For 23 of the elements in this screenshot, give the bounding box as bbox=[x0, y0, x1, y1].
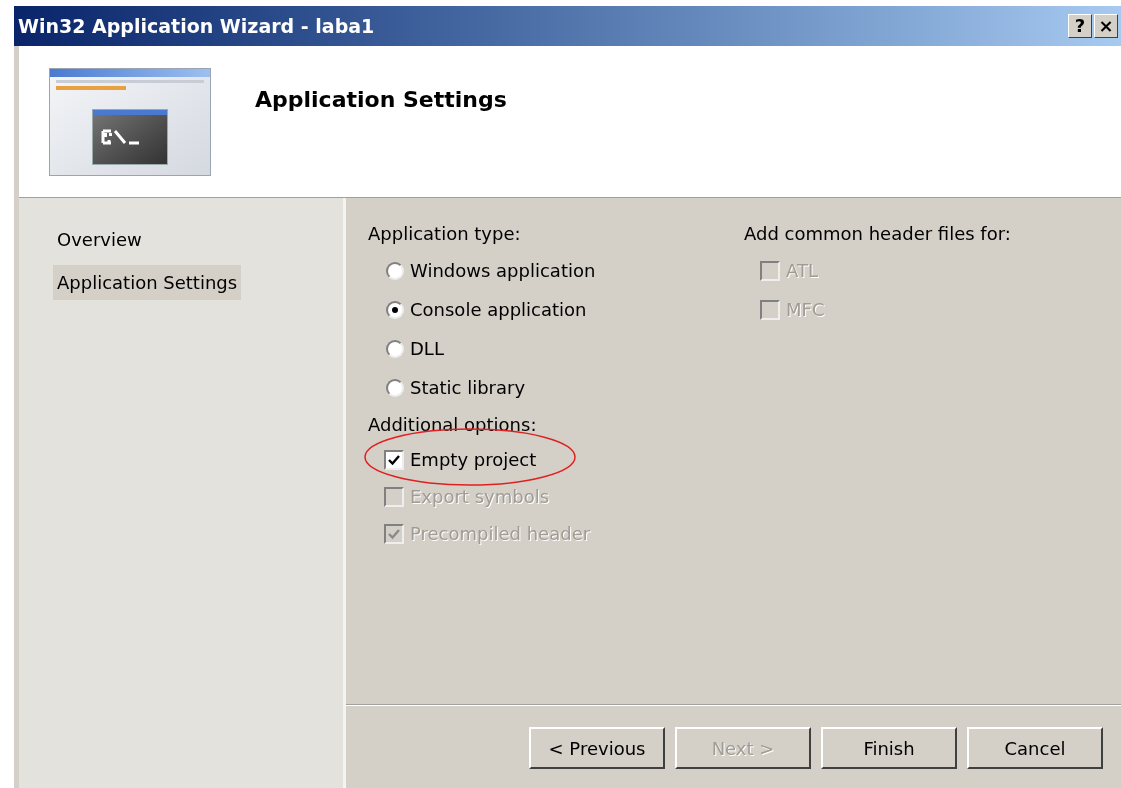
section-label: Add common header files for: bbox=[744, 222, 1011, 246]
radio-label: DLL bbox=[410, 337, 444, 361]
radio-button[interactable] bbox=[386, 300, 404, 319]
wizard-button[interactable]: Cancel bbox=[967, 727, 1103, 769]
radio-button[interactable] bbox=[386, 339, 404, 358]
sidebar-item[interactable]: Overview bbox=[53, 222, 146, 257]
close-button[interactable]: × bbox=[1094, 14, 1118, 38]
wizard-button[interactable]: < Previous bbox=[529, 727, 665, 769]
page-heading: Application Settings bbox=[255, 86, 507, 114]
radio-button[interactable] bbox=[386, 378, 404, 397]
window-title: Win32 Application Wizard - laba1 bbox=[18, 13, 375, 39]
check-mark-icon bbox=[388, 453, 400, 466]
help-button[interactable]: ? bbox=[1068, 14, 1092, 38]
sidebar-item[interactable]: Application Settings bbox=[53, 265, 242, 300]
checkbox-label: Empty project bbox=[410, 448, 537, 472]
radio-label: Static library bbox=[410, 376, 526, 400]
section-label: Additional options: bbox=[368, 413, 538, 437]
radio-label: Console application bbox=[410, 298, 587, 322]
section-label: Application type: bbox=[368, 222, 522, 246]
checkbox[interactable] bbox=[384, 449, 404, 470]
wizard-button[interactable]: Finish bbox=[821, 727, 957, 769]
radio-button[interactable] bbox=[386, 261, 404, 280]
radio-label: Windows application bbox=[410, 259, 596, 283]
